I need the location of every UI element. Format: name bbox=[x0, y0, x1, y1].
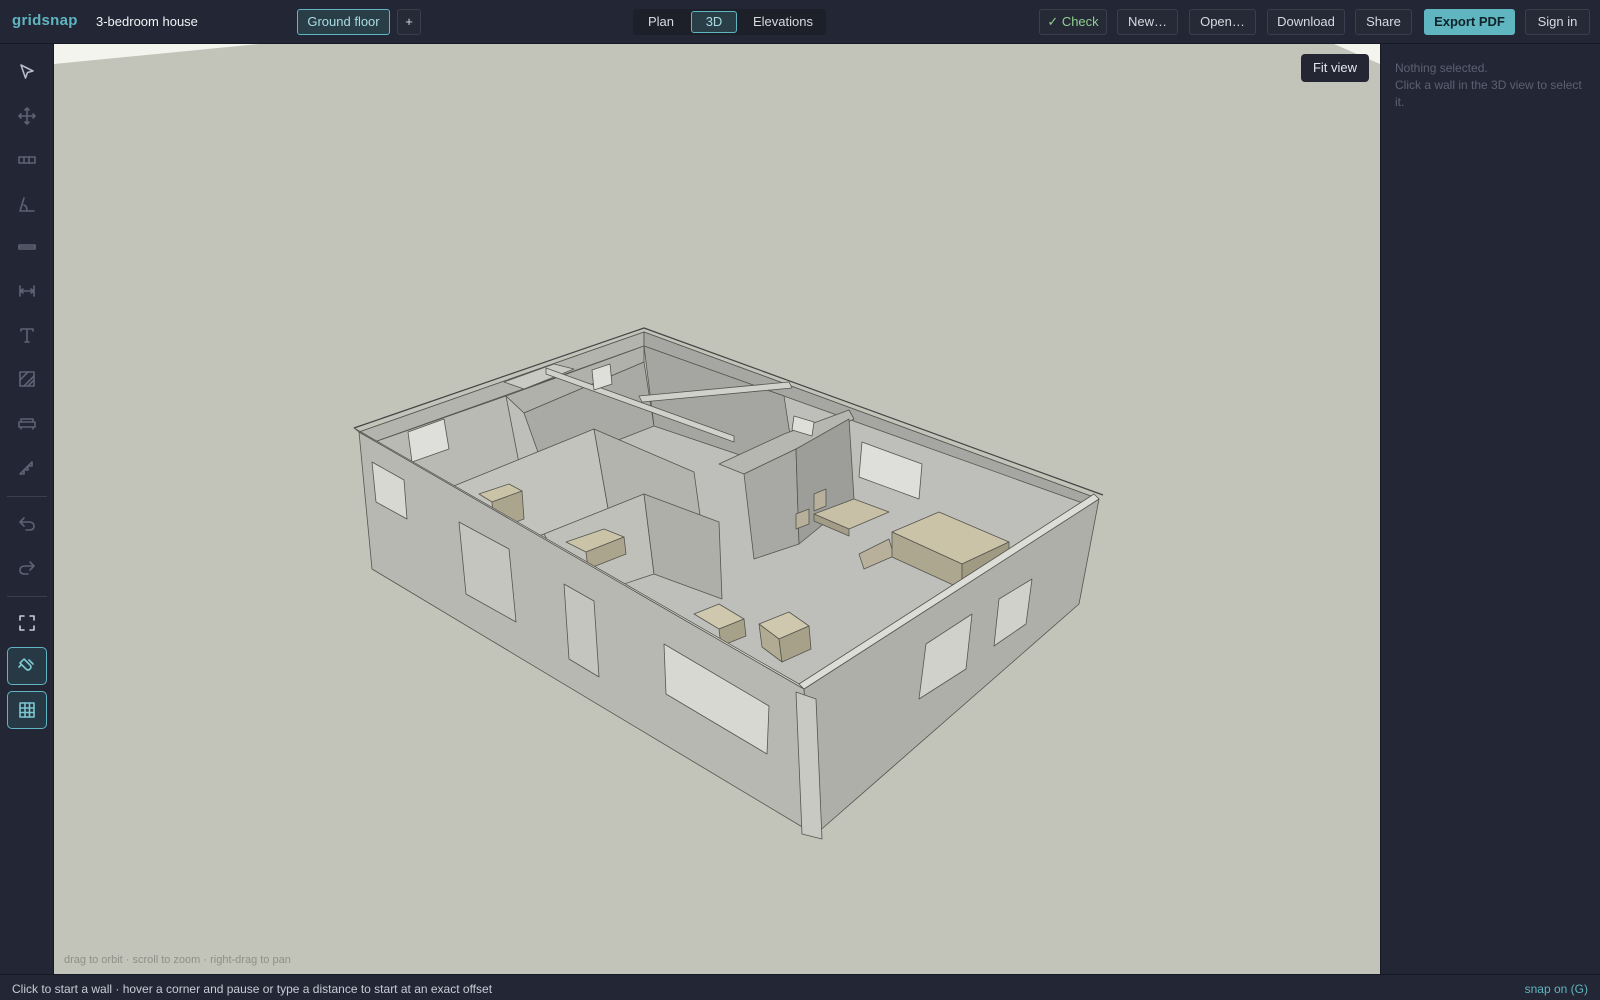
furniture-tool-button[interactable] bbox=[7, 404, 47, 442]
angle-tool-button[interactable] bbox=[7, 185, 47, 223]
hatched-area-icon bbox=[19, 371, 35, 387]
area-tool-button[interactable] bbox=[7, 360, 47, 398]
dimension-tool-button[interactable] bbox=[7, 272, 47, 310]
magnet-icon bbox=[18, 658, 34, 671]
toolbar-divider bbox=[7, 496, 47, 497]
status-message: Click to start a wall · hover a corner a… bbox=[12, 982, 493, 996]
share-button[interactable]: Share bbox=[1355, 9, 1412, 35]
beam-icon bbox=[18, 244, 36, 250]
move-tool-button[interactable] bbox=[7, 97, 47, 135]
dimension-icon bbox=[19, 285, 35, 297]
3d-house-model[interactable] bbox=[54, 44, 1380, 974]
sofa-icon bbox=[18, 418, 36, 430]
check-button[interactable]: ✓ Check bbox=[1039, 9, 1107, 35]
floor-selector-button[interactable]: Ground floor bbox=[297, 9, 390, 35]
3d-viewport[interactable]: Fit view drag to orbit · scroll to zoom … bbox=[54, 44, 1380, 974]
tab-plan[interactable]: Plan bbox=[637, 11, 685, 33]
toolbar-divider bbox=[7, 596, 47, 597]
export-pdf-button[interactable]: Export PDF bbox=[1424, 9, 1515, 35]
wall-icon bbox=[18, 156, 36, 164]
add-floor-button[interactable]: + bbox=[397, 9, 421, 35]
new-button[interactable]: New… bbox=[1117, 9, 1178, 35]
beam-tool-button[interactable] bbox=[7, 228, 47, 266]
fit-view-button[interactable]: Fit view bbox=[1301, 54, 1369, 82]
redo-button[interactable] bbox=[7, 548, 47, 586]
top-bar: gridsnap 3-bedroom house Ground floor + … bbox=[0, 0, 1600, 44]
project-title[interactable]: 3-bedroom house bbox=[96, 14, 198, 29]
open-button[interactable]: Open… bbox=[1189, 9, 1256, 35]
download-button[interactable]: Download bbox=[1267, 9, 1345, 35]
app-logo[interactable]: gridsnap bbox=[12, 12, 78, 29]
stairs-tool-button[interactable] bbox=[7, 448, 47, 486]
inspector-panel: Nothing selected. Click a wall in the 3D… bbox=[1380, 44, 1600, 974]
fit-screen-button[interactable] bbox=[7, 604, 47, 642]
move-arrows-icon bbox=[18, 107, 36, 125]
snap-status-toggle[interactable]: snap on (G) bbox=[1525, 982, 1588, 996]
angle-icon bbox=[19, 197, 35, 212]
tool-sidebar bbox=[0, 44, 54, 974]
empty-selection-help: Click a wall in the 3D view to select it… bbox=[1395, 78, 1582, 109]
viewport-hint: drag to orbit · scroll to zoom · right-d… bbox=[64, 954, 291, 966]
empty-selection-title: Nothing selected. bbox=[1395, 61, 1488, 75]
grid-icon bbox=[19, 702, 35, 718]
grid-toggle-button[interactable] bbox=[7, 691, 47, 729]
wall-tool-button[interactable] bbox=[7, 141, 47, 179]
snap-toggle-button[interactable] bbox=[7, 647, 47, 685]
sign-in-button[interactable]: Sign in bbox=[1525, 9, 1590, 35]
tab-3d[interactable]: 3D bbox=[691, 11, 737, 33]
tab-elevations[interactable]: Elevations bbox=[743, 11, 823, 33]
text-icon bbox=[20, 328, 34, 343]
redo-icon bbox=[19, 561, 35, 575]
status-bar: Click to start a wall · hover a corner a… bbox=[0, 974, 1600, 1000]
fullscreen-corners-icon bbox=[19, 615, 35, 631]
text-tool-button[interactable] bbox=[7, 316, 47, 354]
undo-icon bbox=[19, 517, 35, 531]
sky-horizon bbox=[54, 44, 1380, 64]
select-tool-button[interactable] bbox=[7, 53, 47, 91]
view-mode-tabs: Plan 3D Elevations bbox=[633, 9, 826, 35]
undo-button[interactable] bbox=[7, 504, 47, 542]
cursor-arrow-icon bbox=[20, 64, 34, 79]
stairs-icon bbox=[19, 461, 33, 475]
